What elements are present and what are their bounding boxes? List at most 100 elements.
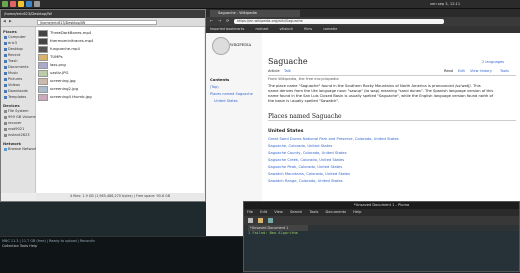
menu-view[interactable]: View bbox=[274, 210, 283, 214]
list-item[interactable]: Sawatch Range, Colorado, United States bbox=[268, 179, 343, 184]
sidebar-item[interactable]: Documents bbox=[4, 65, 29, 70]
window-titlebar[interactable]: /home/eric623/Desktop/IW bbox=[1, 10, 205, 18]
image-thumbnail-icon bbox=[38, 61, 48, 69]
drive-icon bbox=[4, 133, 7, 137]
menu-search[interactable]: Search bbox=[290, 210, 302, 214]
terminal-window: MNC 11.3 | 11.7 GB (free) | Ready to upl… bbox=[0, 236, 243, 273]
menu-edit[interactable]: Edit bbox=[260, 210, 267, 214]
templates-icon bbox=[4, 95, 7, 99]
intro-line: the basin is usually spelled "Sawatch". bbox=[268, 99, 340, 103]
file-item[interactable]: screening.jpg bbox=[38, 77, 76, 85]
toc-item[interactable]: Places named Saguache bbox=[210, 92, 253, 96]
sidebar-item[interactable]: instant2623 bbox=[4, 133, 30, 138]
app-launcher-icon[interactable] bbox=[10, 1, 16, 7]
open-icon[interactable] bbox=[258, 218, 263, 223]
toc-item[interactable]: (Top) bbox=[210, 85, 219, 89]
file-item[interactable]: lass.png bbox=[38, 61, 66, 69]
bookmark-item[interactable]: comedie bbox=[323, 27, 337, 31]
file-item[interactable]: screening4 thumb.jpg bbox=[38, 93, 92, 101]
back-icon[interactable]: ◀ bbox=[3, 19, 6, 23]
sidebar-item[interactable]: root9021 bbox=[4, 127, 24, 132]
desktop-icon bbox=[4, 47, 7, 51]
list-item[interactable]: Saguache County, Colorado, United States bbox=[268, 151, 347, 156]
list-item[interactable]: Sawatch Mountains, Colorado, United Stat… bbox=[268, 172, 350, 177]
sidebar-item[interactable]: Templates bbox=[4, 95, 26, 100]
file-item[interactable]: TUMPs bbox=[38, 53, 63, 61]
list-item[interactable]: Saguache Peak, Colorado, United States bbox=[268, 165, 342, 170]
sidebar-item[interactable]: Browse Network bbox=[4, 147, 37, 152]
editor-title[interactable]: *Unsaved Document 1 - Pluma bbox=[244, 202, 519, 209]
image-thumbnail-icon bbox=[38, 85, 48, 93]
tools-menu[interactable]: Tools bbox=[500, 69, 509, 73]
sidebar-item[interactable]: Desktop bbox=[4, 47, 23, 52]
tab-talk[interactable]: Talk bbox=[284, 69, 291, 73]
list-item[interactable]: Saguache, Colorado, United States bbox=[268, 144, 332, 149]
drive-icon bbox=[4, 109, 7, 113]
file-item[interactable]: ThreeDarkBones.mp4 bbox=[38, 29, 91, 37]
sidebar-item[interactable]: Recent bbox=[4, 53, 20, 58]
image-thumbnail-icon bbox=[38, 93, 48, 101]
sidebar-item[interactable]: 999 GB Volume bbox=[4, 115, 36, 120]
clock[interactable]: ven sep 3, 12:11 bbox=[430, 1, 460, 7]
wikipedia-logo-icon[interactable] bbox=[212, 37, 230, 55]
language-button[interactable]: 2 languages bbox=[482, 60, 504, 64]
bookmark-item[interactable]: Imported bookmarks bbox=[210, 27, 244, 31]
bookmark-item[interactable]: villainch bbox=[280, 27, 294, 31]
menu-help[interactable]: Help bbox=[353, 210, 361, 214]
reload-icon[interactable]: ⟳ bbox=[226, 18, 229, 23]
bookmark-item[interactable]: films bbox=[304, 27, 312, 31]
downloads-icon bbox=[4, 89, 7, 93]
menu-file[interactable]: File bbox=[247, 210, 253, 214]
sidebar-item[interactable]: Pictures bbox=[4, 77, 22, 82]
save-icon[interactable] bbox=[268, 218, 273, 223]
terminal-icon[interactable] bbox=[34, 1, 40, 7]
tab-article[interactable]: Article bbox=[268, 69, 280, 73]
sidebar-item[interactable]: Computer bbox=[4, 35, 26, 40]
editor-text-area[interactable]: 1 Failed: New Algorithm bbox=[244, 231, 519, 271]
wikipedia-logo-text: WIKIPEDIA bbox=[230, 43, 252, 47]
terminal-menu[interactable]: Collection Tools Help bbox=[2, 244, 37, 248]
menu-tools[interactable]: Tools bbox=[310, 210, 319, 214]
top-panel: ven sep 3, 12:11 bbox=[0, 0, 520, 9]
folder-icon[interactable] bbox=[18, 1, 24, 7]
sidebar-item[interactable]: Videos bbox=[4, 83, 20, 88]
network-heading: Network bbox=[3, 141, 22, 146]
file-item[interactable]: uzstiz.JPG bbox=[38, 69, 68, 77]
url-input[interactable]: https://en.wikipedia.org/wiki/Saguache bbox=[234, 19, 444, 24]
tab-wikipedia[interactable]: Saguache - Wikipedia bbox=[210, 10, 300, 17]
sidebar-item[interactable]: Trash bbox=[4, 59, 18, 64]
file-item[interactable]: thermominitraces.mp4 bbox=[38, 37, 93, 45]
menu-icon[interactable] bbox=[2, 1, 8, 7]
toc-item[interactable]: United States bbox=[214, 99, 238, 103]
bookmark-item[interactable]: michael bbox=[255, 27, 268, 31]
folder-icon bbox=[38, 53, 48, 61]
file-item[interactable]: fungueche.mp4 bbox=[38, 45, 80, 53]
image-thumbnail-icon bbox=[38, 77, 48, 85]
drive-icon bbox=[4, 115, 7, 119]
location-bar[interactable]: /home/eric623/Desktop/IW bbox=[37, 19, 157, 25]
status-bar: 4 files: 1.9 GB (1,965,486,270 bytes) | … bbox=[36, 193, 204, 200]
video-thumbnail-icon bbox=[38, 37, 48, 45]
sidebar-item[interactable]: File System bbox=[4, 109, 29, 114]
menu-documents[interactable]: Documents bbox=[326, 210, 347, 214]
section-heading: Places named Saguache bbox=[268, 113, 516, 121]
list-item[interactable]: Saguache Creek, Colorado, United States bbox=[268, 158, 344, 163]
back-icon[interactable]: ← bbox=[210, 18, 213, 23]
new-document-icon[interactable] bbox=[248, 218, 253, 223]
music-icon bbox=[4, 71, 7, 75]
forward-icon[interactable]: → bbox=[218, 18, 221, 23]
tab-edit[interactable]: Edit bbox=[458, 69, 465, 73]
sidebar-item[interactable]: eric3 bbox=[4, 41, 17, 46]
tab-view-history[interactable]: View history bbox=[470, 69, 492, 73]
sidebar-item[interactable]: recover bbox=[4, 121, 22, 126]
editor-toolbar bbox=[244, 216, 519, 225]
sidebar-item[interactable]: Music bbox=[4, 71, 18, 76]
forward-icon[interactable]: ▶ bbox=[9, 19, 12, 23]
browser-icon[interactable] bbox=[26, 1, 32, 7]
tab-read[interactable]: Read bbox=[444, 69, 453, 73]
file-item[interactable]: screening2.jpg bbox=[38, 85, 78, 93]
sidebar-item[interactable]: Downloads bbox=[4, 89, 28, 94]
documents-icon bbox=[4, 65, 7, 69]
recent-icon bbox=[4, 53, 7, 57]
list-item[interactable]: Great Sand Dunes National Park and Prese… bbox=[268, 137, 399, 142]
